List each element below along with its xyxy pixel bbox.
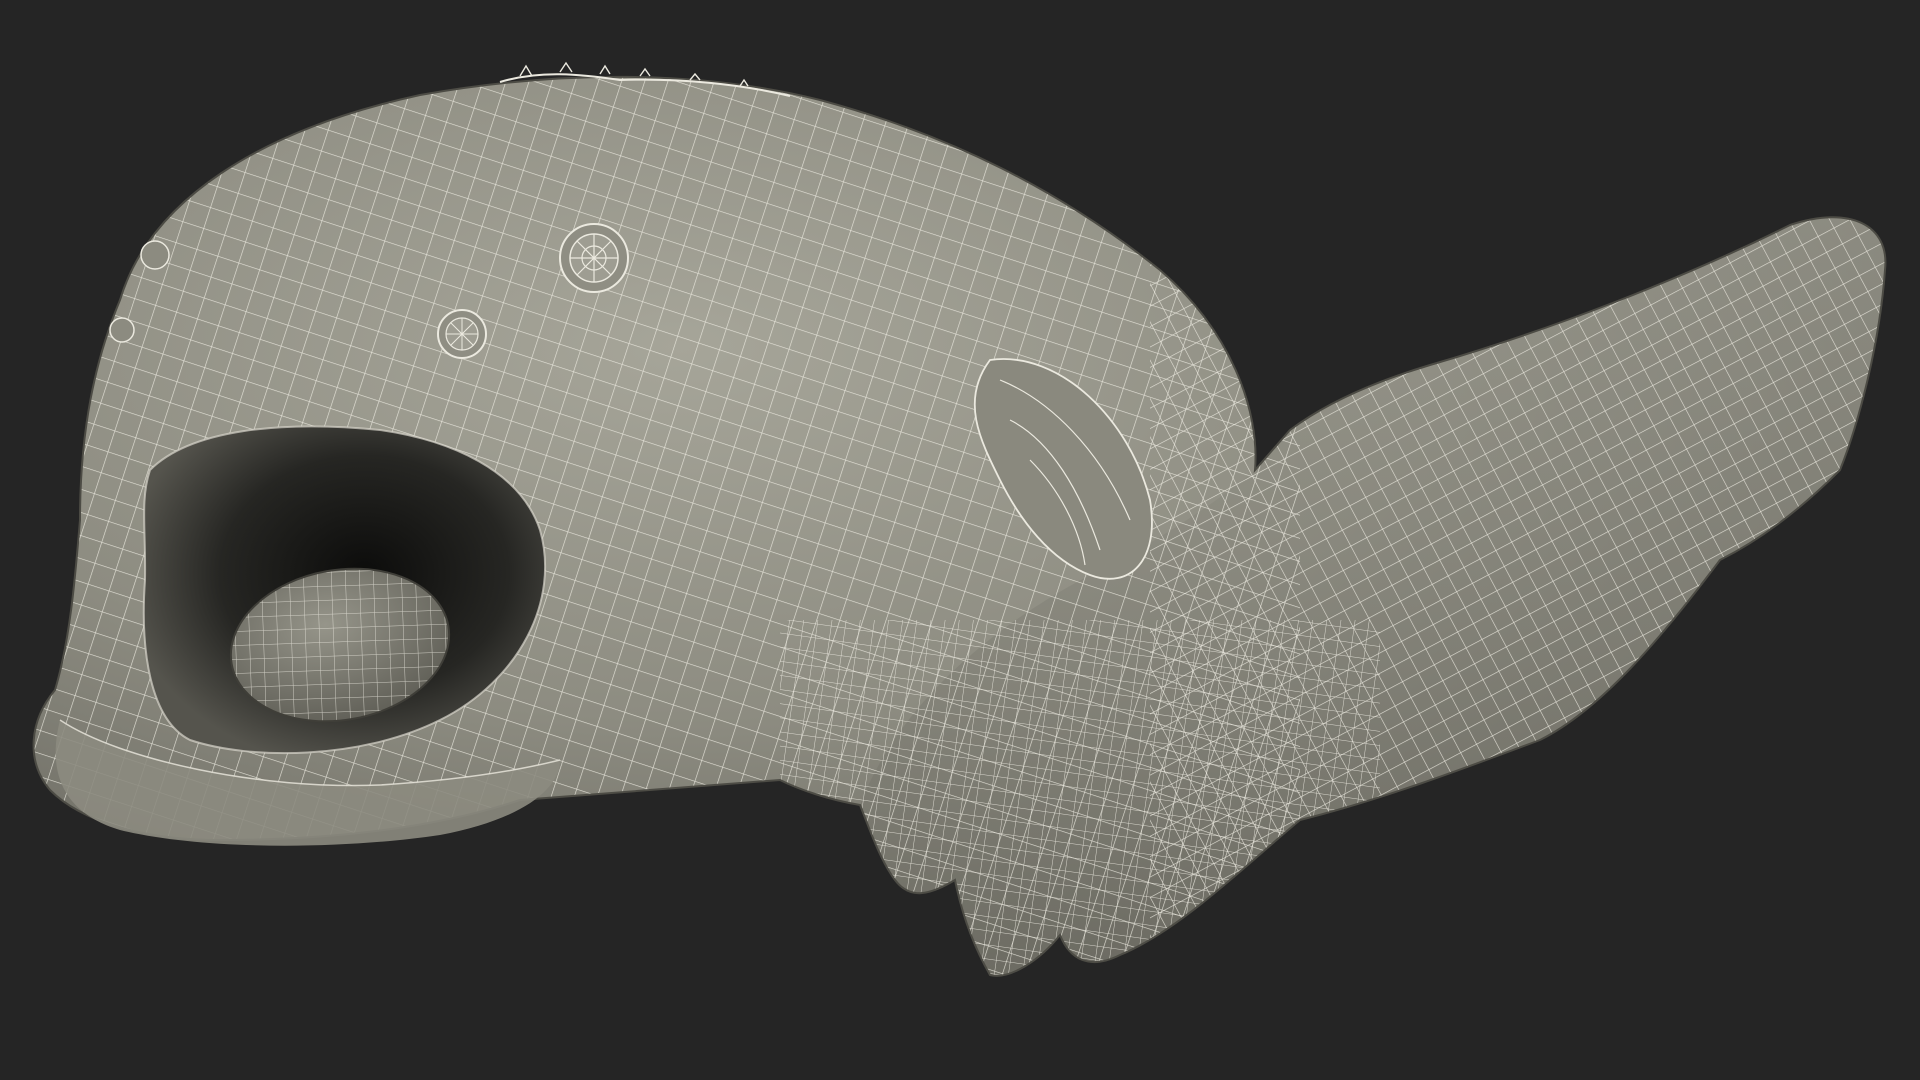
eye-icon <box>437 309 487 359</box>
3d-viewport[interactable] <box>0 0 1920 1080</box>
eye-icon <box>559 223 629 293</box>
wireframe-render <box>32 61 1887 977</box>
